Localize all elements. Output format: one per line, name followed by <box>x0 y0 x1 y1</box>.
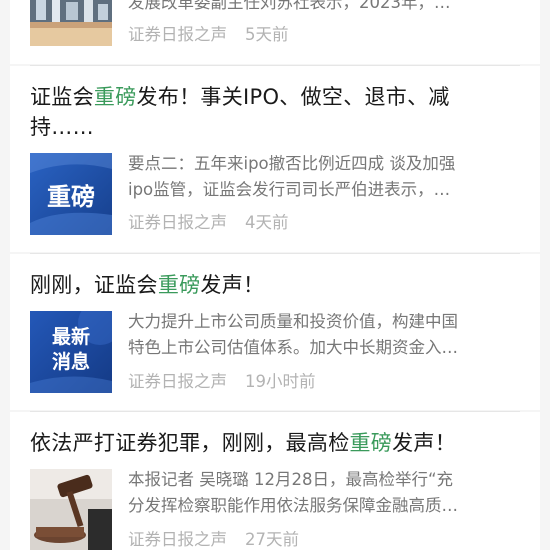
article-time: 27天前 <box>245 530 299 549</box>
article-source: 证券日报之声 <box>128 213 227 232</box>
summary-line: 分发挥检察职能作用依法服务保障金融高质… <box>128 496 458 515</box>
title-highlight: 重磅 <box>157 273 201 297</box>
article-source: 证券日报之声 <box>128 530 227 549</box>
article-title[interactable]: 依法严打证券犯罪，刚刚，最高检重磅发声！ <box>30 428 530 458</box>
thumbnail-text: 最新 <box>51 326 90 348</box>
article-summary: 发展改革委副主任刘苏社表示，2023年，… <box>128 0 523 16</box>
summary-line: 特色上市公司估值体系。加大中长期资金入… <box>128 338 458 357</box>
title-text: 证监会 <box>30 85 94 109</box>
summary-line: 要点二：五年来ipo撤否比例近四成 谈及加强 <box>128 154 456 173</box>
thumbnail-zhongbang: 重磅 <box>30 153 112 235</box>
article-title[interactable]: 刚刚，证监会重磅发声！ <box>30 270 530 300</box>
article-title[interactable]: 证监会重磅发布！事关IPO、做空、退市、减 持…… <box>30 82 530 142</box>
article-meta: 证券日报之声 19小时前 <box>128 371 316 393</box>
thumbnail-text: 消息 <box>51 351 90 373</box>
article-time: 19小时前 <box>245 372 316 391</box>
title-text: 发布！事关IPO、做空、退市、减 <box>136 85 450 109</box>
title-highlight: 重磅 <box>349 431 393 455</box>
article-summary: 大力提升上市公司质量和投资价值，构建中国 特色上市公司估值体系。加大中长期资金入… <box>128 309 523 361</box>
thumbnail-text: 重磅 <box>47 181 95 211</box>
title-text: 持…… <box>30 115 94 139</box>
article-time: 5天前 <box>245 25 289 44</box>
title-text: 刚刚，证监会 <box>30 273 158 297</box>
article-summary: 要点二：五年来ipo撤否比例近四成 谈及加强 ipo监管，证监会发行司司长严伯进… <box>128 151 523 203</box>
title-text: 依法严打证券犯罪，刚刚，最高检 <box>30 431 350 455</box>
article-meta: 证券日报之声 4天前 <box>128 212 289 234</box>
title-text: 发声！ <box>392 431 457 455</box>
thumbnail-latest-news: 最新 消息 <box>30 311 112 393</box>
summary-line: 大力提升上市公司质量和投资价值，构建中国 <box>128 312 458 331</box>
article-source: 证券日报之声 <box>128 25 227 44</box>
summary-line: ipo监管，证监会发行司司长严伯进表示，… <box>128 180 451 199</box>
article-card-2[interactable]: 证监会重磅发布！事关IPO、做空、退市、减 持…… 重磅 要点二：五年来ipo撤… <box>10 66 540 252</box>
summary-line: 本报记者 吴晓璐 12月28日，最高检举行“充 <box>128 470 454 489</box>
article-source: 证券日报之声 <box>128 372 227 391</box>
title-highlight: 重磅 <box>93 85 137 109</box>
article-card-3[interactable]: 刚刚，证监会重磅发声！ 最新 消息 大力提升上市公司质量和投资价值，构建中国 特… <box>10 254 540 410</box>
article-card-1[interactable]: 发展改革委副主任刘苏社表示，2023年，… 证券日报之声 5天前 <box>10 0 540 64</box>
article-meta: 证券日报之声 27天前 <box>128 529 299 550</box>
article-summary: 本报记者 吴晓璐 12月28日，最高检举行“充 分发挥检察职能作用依法服务保障金… <box>128 467 523 519</box>
city-photo-thumbnail <box>30 0 112 46</box>
article-meta: 证券日报之声 5天前 <box>128 24 289 46</box>
article-card-4[interactable]: 依法严打证券犯罪，刚刚，最高检重磅发声！ 本报记者 吴晓璐 12月28日，最高检… <box>10 412 540 550</box>
gavel-photo-thumbnail <box>30 469 112 550</box>
article-time: 4天前 <box>245 213 289 232</box>
summary-line: 发展改革委副主任刘苏社表示，2023年，… <box>128 0 451 12</box>
title-text: 发声！ <box>200 273 265 297</box>
